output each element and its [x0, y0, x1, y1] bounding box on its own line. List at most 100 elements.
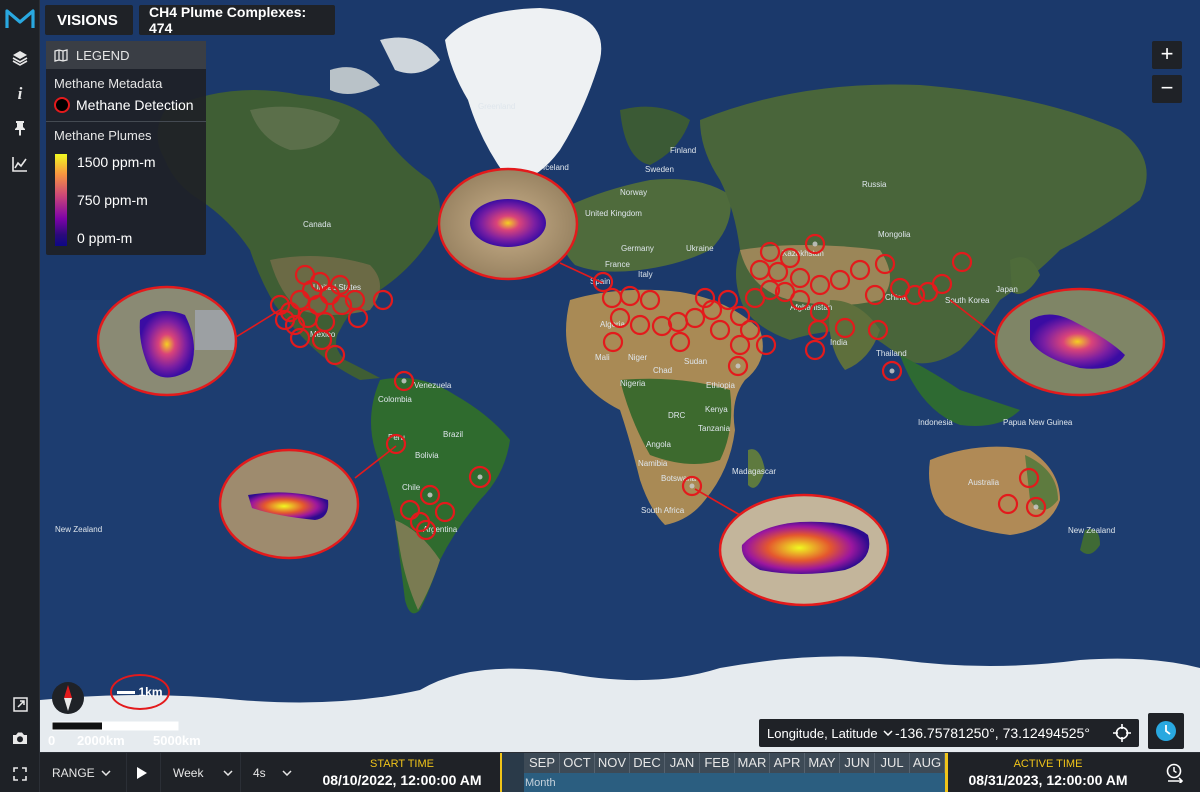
plume-inset-south-america[interactable] [218, 448, 360, 560]
month-apr[interactable]: APR [770, 753, 805, 773]
start-time-header: START TIME [370, 758, 434, 770]
scale-bar: 0 2000km 5000km [48, 720, 201, 748]
month-jun[interactable]: JUN [840, 753, 875, 773]
time-jump-icon [1166, 763, 1184, 783]
chart-icon[interactable] [0, 148, 40, 180]
plume-inset-europe[interactable] [437, 167, 579, 281]
active-time-header: ACTIVE TIME [1013, 758, 1083, 770]
speed-select[interactable]: 4s [240, 753, 300, 792]
ramp-mid-label: 750 ppm-m [77, 192, 148, 208]
range-mode-select[interactable]: RANGE [52, 753, 120, 792]
timeline-settings-button[interactable] [1150, 753, 1200, 792]
coordinate-readout: Longitude, Latitude -136.75781250°, 73.1… [759, 719, 1139, 747]
month-jul[interactable]: JUL [875, 753, 910, 773]
world-map[interactable]: Greenland Iceland Finland Norway Sweden … [40, 0, 1200, 752]
legend-title: LEGEND [76, 47, 130, 63]
label-iceland: Iceland [543, 163, 569, 172]
label-drc: DRC [668, 411, 686, 420]
plume-inset-africa[interactable] [718, 493, 890, 607]
label-new-zealand-east: New Zealand [1068, 526, 1115, 535]
chevron-down-icon [282, 770, 292, 776]
label-papua-new-guinea: Papua New Guinea [1003, 418, 1073, 427]
chevron-down-icon [883, 730, 893, 736]
month-sub-label: Month [503, 773, 945, 792]
clock-icon [1156, 721, 1176, 741]
inset-scale-bar [117, 690, 136, 694]
crosshair-icon[interactable] [1113, 724, 1131, 742]
camera-icon[interactable] [0, 722, 40, 754]
month-feb[interactable]: FEB [700, 753, 735, 773]
left-toolbar: i [0, 0, 40, 792]
coord-value: -136.75781250°, 73.12494525° [895, 725, 1090, 741]
label-sweden: Sweden [645, 165, 674, 174]
legend-panel: LEGEND Methane Metadata Methane Detectio… [46, 41, 206, 255]
label-venezuela: Venezuela [414, 381, 452, 390]
legend-plumes-title: Methane Plumes [54, 128, 152, 143]
app-logo-icon [5, 9, 35, 28]
fullscreen-icon[interactable] [0, 758, 40, 790]
label-norway: Norway [620, 188, 647, 197]
color-ramp [55, 154, 67, 246]
zoom-in-button[interactable]: + [1152, 41, 1182, 69]
month-track[interactable]: SEP OCT NOV DEC JAN FEB MAR APR MAY JUN … [500, 753, 948, 792]
start-time[interactable]: START TIME 08/10/2022, 12:00:00 AM [304, 753, 500, 792]
label-tanzania: Tanzania [698, 424, 731, 433]
plume-count-badge: CH4 Plume Complexes: 474 [139, 4, 335, 36]
label-japan: Japan [996, 285, 1018, 294]
label-sudan: Sudan [684, 357, 707, 366]
label-russia: Russia [862, 180, 887, 189]
label-chad: Chad [653, 366, 672, 375]
map-icon [54, 48, 68, 62]
label-ethiopia: Ethiopia [706, 381, 735, 390]
label-bolivia: Bolivia [415, 451, 439, 460]
label-south-africa: South Africa [641, 506, 685, 515]
ramp-min-label: 0 ppm-m [77, 230, 133, 246]
label-namibia: Namibia [638, 459, 668, 468]
label-brazil: Brazil [443, 430, 463, 439]
label-canada: Canada [303, 220, 332, 229]
label-madagascar: Madagascar [732, 467, 776, 476]
coord-format-label: Longitude, Latitude [767, 725, 878, 741]
scale-zero: 0 [48, 733, 56, 748]
label-mongolia: Mongolia [878, 230, 911, 239]
play-icon [136, 767, 147, 779]
label-botswana: Botswana [661, 474, 697, 483]
label-greenland: Greenland [478, 102, 515, 111]
scale-mid: 2000km [77, 733, 125, 748]
compass-icon[interactable] [52, 682, 84, 714]
active-time[interactable]: ACTIVE TIME 08/31/2023, 12:00:00 AM [950, 753, 1146, 792]
label-united-kingdom: United Kingdom [585, 209, 642, 218]
month-may[interactable]: MAY [805, 753, 840, 773]
month-nov[interactable]: NOV [595, 753, 630, 773]
play-button[interactable] [126, 753, 156, 792]
clock-button[interactable] [1148, 713, 1184, 749]
scale-bar-graphic [51, 721, 179, 731]
label-germany: Germany [621, 244, 654, 253]
export-icon[interactable] [0, 688, 40, 720]
month-jan[interactable]: JAN [665, 753, 700, 773]
month-aug[interactable]: AUG [910, 753, 945, 773]
legend-header[interactable]: LEGEND [46, 41, 206, 69]
pin-icon[interactable] [0, 112, 40, 144]
step-select[interactable]: Week [160, 753, 236, 792]
info-icon[interactable]: i [0, 78, 40, 110]
label-france: France [605, 260, 630, 269]
label-kenya: Kenya [705, 405, 728, 414]
coord-format-select[interactable]: Longitude, Latitude [759, 726, 895, 741]
label-indonesia: Indonesia [918, 418, 953, 427]
month-mar[interactable]: MAR [735, 753, 770, 773]
legend-metadata-title: Methane Metadata [54, 76, 163, 91]
month-sep[interactable]: SEP [525, 753, 560, 773]
range-mode-label: RANGE [52, 766, 95, 780]
label-new-zealand-west: New Zealand [55, 525, 102, 534]
timeline-bar: RANGE Week 4s START TIME 08/10/2022, 12:… [40, 752, 1200, 792]
label-colombia: Colombia [378, 395, 412, 404]
label-ukraine: Ukraine [686, 244, 714, 253]
month-oct[interactable]: OCT [560, 753, 595, 773]
label-india: India [830, 338, 848, 347]
label-mali: Mali [595, 353, 610, 362]
label-chile: Chile [402, 483, 421, 492]
zoom-out-button[interactable]: − [1152, 75, 1182, 103]
layers-icon[interactable] [0, 42, 40, 74]
month-dec[interactable]: DEC [630, 753, 665, 773]
